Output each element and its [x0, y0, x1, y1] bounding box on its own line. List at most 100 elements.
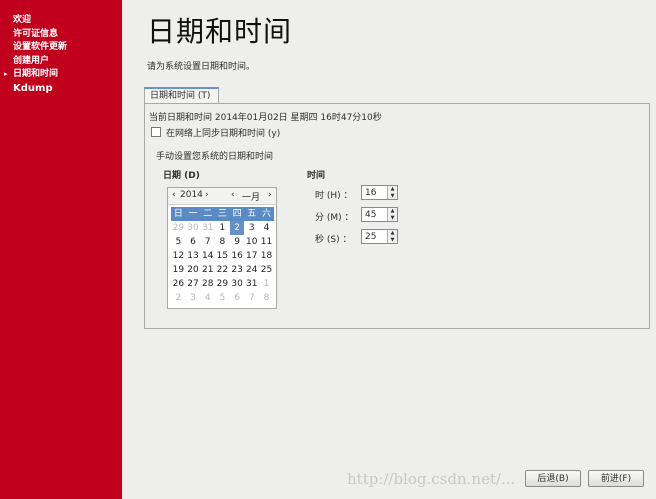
calendar-day[interactable]: 21: [200, 263, 215, 277]
next-year-icon[interactable]: ›: [205, 190, 209, 200]
calendar-day[interactable]: 7: [200, 235, 215, 249]
spin-down-icon[interactable]: ▼: [388, 193, 397, 200]
page-subtitle: 请为系统设置日期和时间。: [147, 62, 256, 72]
calendar-day[interactable]: 12: [171, 249, 186, 263]
calendar-day[interactable]: 5: [171, 235, 186, 249]
calendar-day[interactable]: 22: [215, 263, 230, 277]
calendar-day[interactable]: 16: [230, 249, 245, 263]
hour-value[interactable]: 16: [365, 188, 376, 198]
calendar-day[interactable]: 29: [171, 221, 186, 235]
current-step-arrow-icon: ▸: [4, 70, 8, 78]
calendar-day[interactable]: 8: [215, 235, 230, 249]
calendar-day[interactable]: 9: [230, 235, 245, 249]
calendar-day[interactable]: 19: [171, 263, 186, 277]
calendar-day[interactable]: 1: [259, 277, 274, 291]
calendar-day[interactable]: 26: [171, 277, 186, 291]
second-spin-buttons[interactable]: ▲ ▼: [387, 230, 397, 243]
calendar-day[interactable]: 15: [215, 249, 230, 263]
sidebar-item-software-updates: 设置软件更新: [13, 42, 68, 52]
calendar-day[interactable]: 31: [244, 277, 259, 291]
second-label: 秒 (S) ：: [315, 235, 352, 245]
second-row: 秒 (S) ： 25 ▲ ▼: [315, 229, 398, 245]
weekday-header: 六: [261, 209, 271, 219]
calendar-day[interactable]: 3: [186, 291, 201, 305]
calendar-day[interactable]: 4: [200, 291, 215, 305]
calendar-week: 12 13 14 15 16 17 18: [171, 249, 274, 263]
prev-year-icon[interactable]: ‹: [172, 190, 176, 200]
calendar-weekday-row: 日一二三四五六: [171, 207, 274, 221]
ntp-sync-checkbox[interactable]: 在网络上同步日期和时间 (y): [151, 126, 280, 139]
calendar-day[interactable]: 30: [186, 221, 201, 235]
calendar-header: ‹ 2014 › ‹ 一月 ›: [168, 188, 276, 205]
calendar-day[interactable]: 27: [186, 277, 201, 291]
calendar-day[interactable]: 24: [244, 263, 259, 277]
second-value[interactable]: 25: [365, 232, 376, 242]
spin-down-icon[interactable]: ▼: [388, 237, 397, 244]
weekday-header: 日: [173, 209, 183, 219]
back-button[interactable]: 后退(B): [525, 470, 581, 487]
calendar-day[interactable]: 28: [200, 277, 215, 291]
calendar-day[interactable]: 31: [200, 221, 215, 235]
calendar[interactable]: ‹ 2014 › ‹ 一月 › 日一二三四五六 29 30 31 1 2 3 4 5 6 7 8 9 10…: [167, 187, 277, 309]
ntp-sync-label: 在网络上同步日期和时间 (y): [166, 129, 281, 139]
hour-spinner[interactable]: 16 ▲ ▼: [361, 185, 398, 200]
calendar-year: 2014: [180, 190, 203, 200]
sidebar: 欢迎 许可证信息 设置软件更新 创建用户 ▸ 日期和时间 Kdump: [0, 0, 122, 499]
sidebar-item-license: 许可证信息: [13, 28, 59, 39]
calendar-day[interactable]: 25: [259, 263, 274, 277]
calendar-week: 19 20 21 22 23 24 25: [171, 263, 274, 277]
forward-button[interactable]: 前进(F): [588, 470, 644, 487]
calendar-day[interactable]: 6: [186, 235, 201, 249]
calendar-day[interactable]: 29: [215, 277, 230, 291]
calendar-day-selected[interactable]: 2: [229, 221, 245, 235]
calendar-month: 一月: [242, 193, 261, 203]
manual-setting-label: 手动设置您系统的日期和时间: [156, 152, 274, 162]
weekday-header: 一: [188, 209, 198, 219]
tab-panel: 当前日期和时间 2014年01月02日 星期四 16时47分10秒 在网络上同步…: [144, 103, 650, 329]
calendar-day[interactable]: 6: [230, 291, 245, 305]
minute-spinner[interactable]: 45 ▲ ▼: [361, 207, 398, 222]
calendar-day[interactable]: 14: [200, 249, 215, 263]
calendar-day[interactable]: 8: [259, 291, 274, 305]
sidebar-item-create-user: 创建用户: [13, 55, 50, 66]
sidebar-item-date-time: ▸ 日期和时间: [0, 68, 122, 82]
calendar-day[interactable]: 1: [215, 221, 230, 235]
calendar-day[interactable]: 4: [259, 221, 274, 235]
date-label: 日期 (D): [163, 171, 200, 181]
second-spinner[interactable]: 25 ▲ ▼: [361, 229, 398, 244]
calendar-day[interactable]: 23: [230, 263, 245, 277]
tab-date-time[interactable]: 日期和时间 (T): [144, 87, 219, 103]
calendar-week: 5 6 7 8 9 10 11: [171, 235, 274, 249]
weekday-header: 四: [232, 209, 242, 219]
calendar-day[interactable]: 3: [244, 221, 259, 235]
checkbox-icon[interactable]: [151, 127, 161, 137]
calendar-week: 26 27 28 29 30 31 1: [171, 277, 274, 291]
calendar-week: 29 30 31 1 2 3 4: [171, 221, 274, 235]
hour-spin-buttons[interactable]: ▲ ▼: [387, 186, 397, 199]
main-content: 日期和时间 请为系统设置日期和时间。 日期和时间 (T) 当前日期和时间 201…: [122, 0, 656, 499]
calendar-day[interactable]: 2: [171, 291, 186, 305]
spin-down-icon[interactable]: ▼: [388, 215, 397, 222]
weekday-header: 五: [247, 209, 257, 219]
sidebar-item-welcome: 欢迎: [13, 15, 32, 25]
current-datetime: 当前日期和时间 2014年01月02日 星期四 16时47分10秒: [149, 113, 382, 123]
hour-row: 时 (H) ： 16 ▲ ▼: [315, 185, 398, 201]
calendar-day[interactable]: 30: [230, 277, 245, 291]
calendar-day[interactable]: 13: [186, 249, 201, 263]
hour-label: 时 (H) ：: [315, 191, 353, 201]
next-month-icon[interactable]: ›: [268, 190, 272, 200]
minute-spin-buttons[interactable]: ▲ ▼: [387, 208, 397, 221]
page-title: 日期和时间: [147, 15, 293, 48]
calendar-day[interactable]: 18: [259, 249, 274, 263]
calendar-day[interactable]: 7: [244, 291, 259, 305]
calendar-day[interactable]: 10: [244, 235, 259, 249]
calendar-day[interactable]: 5: [215, 291, 230, 305]
minute-value[interactable]: 45: [365, 210, 376, 220]
calendar-day[interactable]: 20: [186, 263, 201, 277]
calendar-day[interactable]: 11: [259, 235, 274, 249]
prev-month-icon[interactable]: ‹: [231, 190, 235, 200]
calendar-week: 2345678: [171, 291, 274, 305]
sidebar-item-kdump: Kdump: [13, 82, 53, 94]
minute-label: 分 (M) ：: [315, 213, 354, 223]
calendar-day[interactable]: 17: [244, 249, 259, 263]
